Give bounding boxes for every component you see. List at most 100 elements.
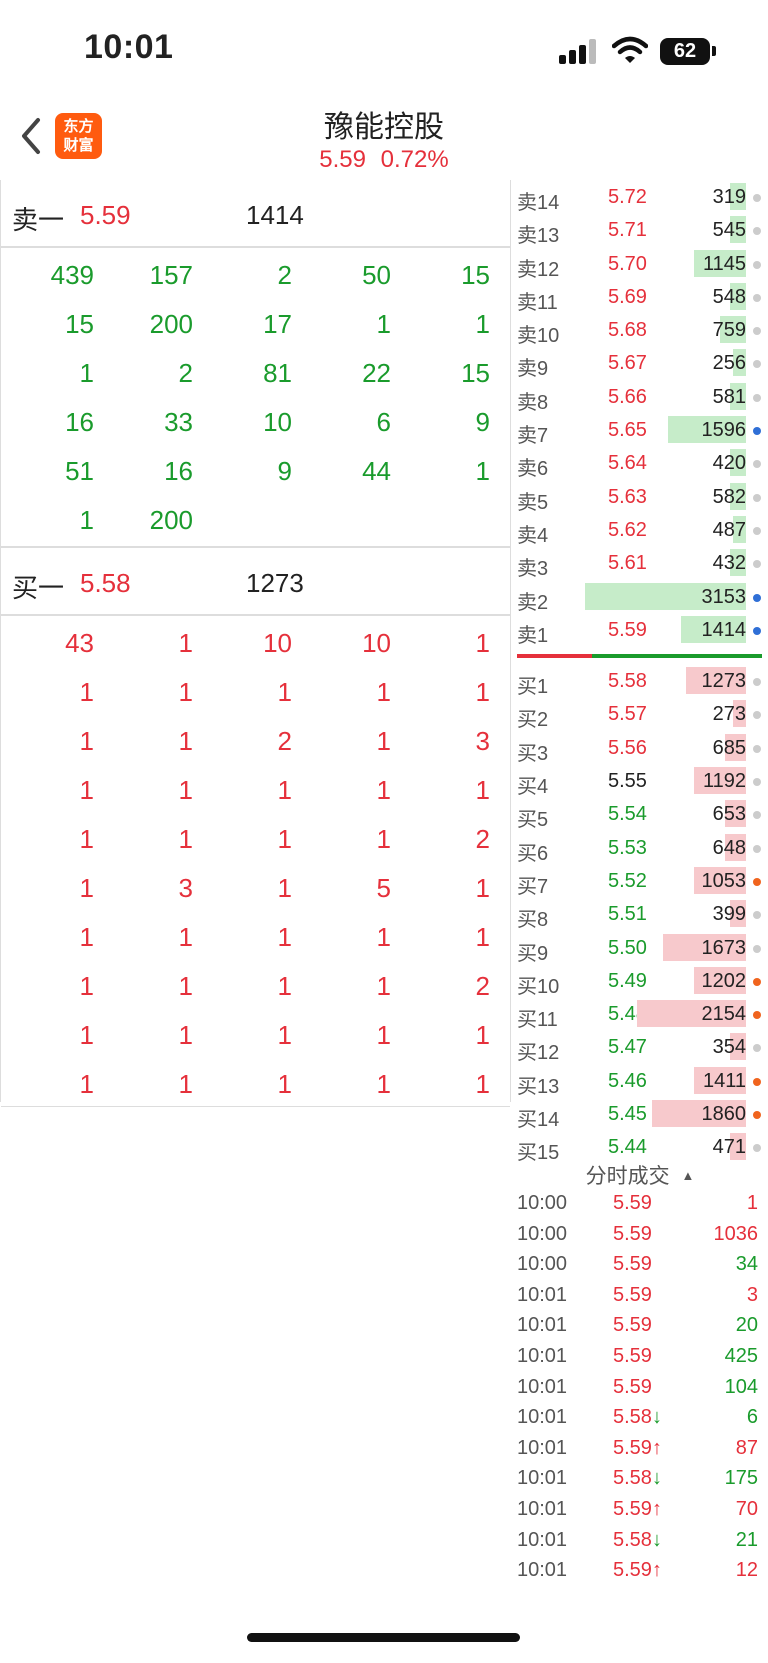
order-queue-panel: 卖一 5.59 1414 439 157 2 50 15 15 200 17 1 1 1 2 81 22 1… — [0, 180, 511, 1107]
order-cell: 9 — [277, 456, 292, 486]
book-volume: 273 — [712, 703, 746, 726]
trade-time: 10:01 — [517, 1314, 568, 1337]
arrow-down-icon: ↓ — [651, 1467, 662, 1490]
trade-time: 10:01 — [517, 1497, 568, 1520]
order-cell: 1 — [178, 628, 193, 658]
trade-price: 5.58↓ — [613, 1467, 662, 1490]
trade-price: 5.59↑ — [613, 1437, 662, 1460]
order-cell: 1 — [79, 824, 94, 854]
book-row-bid: 买7 5.52 1053 — [512, 864, 768, 898]
order-cell: 1 — [79, 1069, 94, 1099]
order-cell: 1 — [178, 922, 193, 952]
header: 东方 财富 豫能控股 5.59 0.72% — [0, 100, 768, 180]
book-level-label: 卖5 — [517, 491, 549, 514]
trades-header[interactable]: 分时成交 ▲ — [512, 1160, 768, 1190]
order-cell: 1 — [475, 309, 490, 339]
arrow-down-icon: ↓ — [651, 1406, 662, 1429]
trade-price: 5.59 — [613, 1376, 652, 1399]
order-cell: 6 — [376, 407, 391, 437]
order-cell: 50 — [362, 260, 391, 290]
order-cell: 1 — [79, 358, 94, 388]
trade-qty: 3 — [746, 1283, 758, 1306]
trade-row: 10:01 5.59↑ 12 — [512, 1555, 768, 1586]
order-cell: 1 — [277, 971, 292, 1001]
book-price: 5.69 — [608, 285, 647, 308]
order-cell: 1 — [475, 1020, 490, 1050]
order-cell: 2 — [277, 726, 292, 756]
home-indicator[interactable] — [247, 1633, 520, 1642]
book-volume: 648 — [712, 836, 746, 859]
trade-row: 10:01 5.59 3 — [512, 1280, 768, 1311]
order-cell: 2 — [178, 358, 193, 388]
order-cell: 1 — [277, 873, 292, 903]
trade-price: 5.59 — [613, 1284, 652, 1307]
order-cell: 1 — [178, 677, 193, 707]
trade-time: 10:00 — [517, 1253, 568, 1276]
book-dot-icon — [753, 711, 761, 720]
book-row-bid: 买9 5.50 1673 — [512, 931, 768, 965]
current-price: 5.59 — [319, 146, 366, 173]
book-level-label: 买3 — [517, 742, 549, 765]
book-level-label: 卖11 — [517, 291, 558, 314]
book-volume: 685 — [712, 736, 746, 759]
trade-qty: 87 — [735, 1436, 758, 1459]
book-level-label: 卖1 — [517, 624, 549, 647]
book-level-label: 买4 — [517, 776, 549, 799]
book-dot-icon — [753, 944, 761, 953]
caret-up-icon: ▲ — [681, 1168, 695, 1183]
order-cell: 1 — [277, 775, 292, 805]
book-volume: 1860 — [701, 1103, 747, 1126]
book-row-ask: 卖6 5.64 420 — [512, 446, 768, 480]
book-price: 5.68 — [608, 319, 647, 342]
trade-time: 10:01 — [517, 1436, 568, 1459]
trade-row: 10:01 5.58↓ 21 — [512, 1525, 768, 1556]
order-cell: 81 — [263, 358, 292, 388]
order-cell: 157 — [149, 260, 193, 290]
trade-qty: 104 — [724, 1375, 758, 1398]
book-volume: 256 — [712, 352, 746, 375]
order-cell: 1 — [178, 726, 193, 756]
book-dot-icon — [753, 593, 761, 602]
order-cell: 1 — [376, 824, 391, 854]
book-row-bid: 买2 5.57 273 — [512, 697, 768, 731]
divider-red — [517, 654, 592, 659]
book-volume: 1192 — [702, 770, 746, 793]
order-cell: 1 — [277, 1069, 292, 1099]
order-cell: 2 — [277, 260, 292, 290]
order-cell: 10 — [263, 628, 292, 658]
order-cell: 1 — [475, 628, 490, 658]
trade-row: 10:01 5.59 425 — [512, 1341, 768, 1372]
order-cell: 1 — [277, 922, 292, 952]
status-time: 10:01 — [84, 28, 174, 66]
book-dot-icon — [753, 1077, 761, 1086]
book-price: 5.65 — [608, 419, 647, 442]
trade-qty: 21 — [735, 1528, 758, 1551]
book-level-label: 买9 — [517, 942, 549, 965]
book-price: 5.52 — [608, 869, 647, 892]
trade-time: 10:01 — [517, 1406, 568, 1429]
sell1-row: 卖一 5.59 1414 — [1, 180, 510, 248]
book-level-label: 卖13 — [517, 225, 560, 248]
trade-row: 10:01 5.58↓ 6 — [512, 1402, 768, 1433]
trade-row: 10:01 5.59 104 — [512, 1372, 768, 1403]
book-row-bid: 买1 5.58 1273 — [512, 664, 768, 698]
order-cell: 1 — [376, 775, 391, 805]
trades-list[interactable]: 10:00 5.59 1 10:00 5.59 1036 10:00 5.59 34 10:01 5… — [512, 1188, 768, 1586]
book-level-label: 卖9 — [517, 358, 549, 381]
order-cell: 16 — [65, 407, 94, 437]
order-cell: 1 — [277, 824, 292, 854]
trade-price-value: 5.59 — [613, 1559, 652, 1582]
order-cell: 43 — [65, 628, 94, 658]
book-level-label: 卖8 — [517, 391, 549, 414]
book-dot-icon — [753, 844, 761, 853]
arrow-down-icon: ↓ — [651, 1528, 662, 1551]
book-divider — [512, 646, 768, 664]
trade-price: 5.59↑ — [613, 1559, 662, 1582]
book-row-bid: 买10 5.49 1202 — [512, 964, 768, 998]
buy1-label: 买一 — [12, 573, 65, 603]
book-volume: 1414 — [701, 618, 747, 641]
trade-price-value: 5.59 — [613, 1253, 652, 1276]
book-row-bid: 买12 5.47 354 — [512, 1030, 768, 1064]
order-cell: 1 — [79, 1020, 94, 1050]
book-dot-icon — [753, 493, 761, 502]
